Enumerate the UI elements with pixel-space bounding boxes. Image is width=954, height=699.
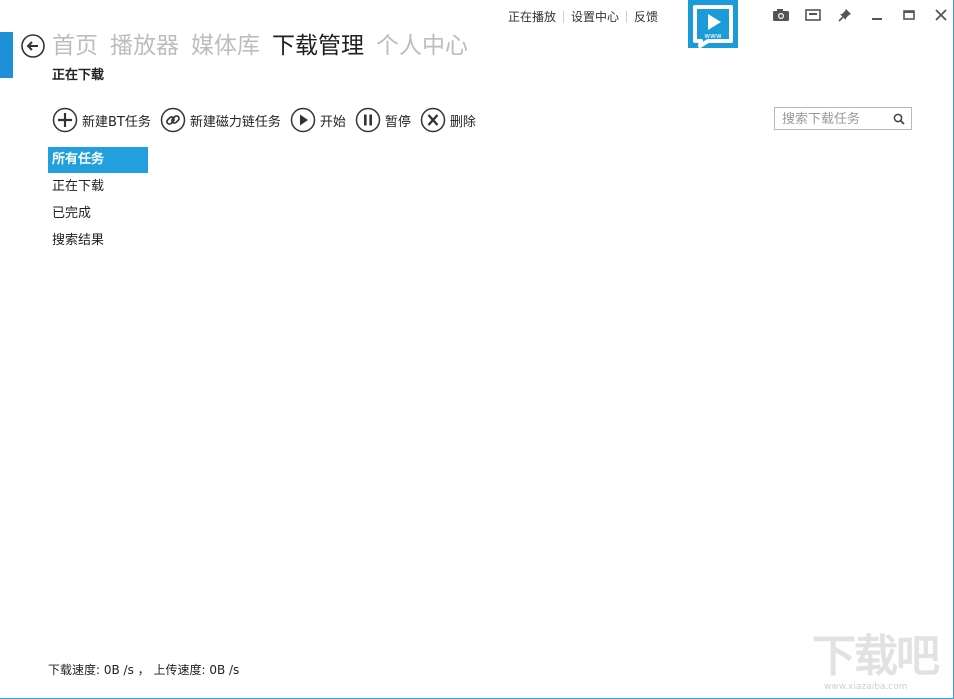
logo-text: www <box>704 32 721 40</box>
section-title: 正在下载 <box>52 68 105 83</box>
maximize-icon <box>903 10 915 20</box>
watermark: 下载吧 www.xiazaiba.com <box>812 632 952 698</box>
pause-button[interactable]: 暂停 <box>355 107 411 133</box>
tab-home[interactable]: 首页 <box>52 31 98 61</box>
new-magnet-task-button[interactable]: 新建磁力链任务 <box>160 107 281 133</box>
pin-button[interactable] <box>829 6 861 24</box>
delete-button[interactable]: 删除 <box>420 107 476 133</box>
close-button[interactable] <box>925 6 954 24</box>
sidebar-item-search-results[interactable]: 搜索结果 <box>48 228 148 254</box>
camera-icon <box>773 9 789 21</box>
new-bt-task-label: 新建BT任务 <box>82 114 151 130</box>
tab-personal-center[interactable]: 个人中心 <box>376 31 468 61</box>
main-nav: 首页 播放器 媒体库 下载管理 个人中心 <box>52 31 480 61</box>
close-icon <box>935 9 947 21</box>
tab-player[interactable]: 播放器 <box>110 31 179 61</box>
settings-center-link[interactable]: 设置中心 <box>571 8 619 25</box>
link-icon <box>160 107 186 133</box>
search-box <box>774 107 912 130</box>
back-button[interactable] <box>21 34 45 58</box>
sidebar-item-all-tasks[interactable]: 所有任务 <box>48 147 148 173</box>
delete-x-icon <box>420 107 446 133</box>
plus-icon <box>52 107 78 133</box>
app-logo: www <box>688 0 738 48</box>
watermark-logo-text: 下载吧 <box>812 631 940 682</box>
pause-icon <box>355 107 381 133</box>
start-label: 开始 <box>319 114 346 130</box>
mini-mode-button[interactable] <box>797 6 829 24</box>
search-icon[interactable] <box>893 113 905 125</box>
tab-media-library[interactable]: 媒体库 <box>191 31 260 61</box>
maximize-button[interactable] <box>893 6 925 24</box>
new-bt-task-button[interactable]: 新建BT任务 <box>52 107 151 133</box>
minimize-icon <box>872 18 882 20</box>
pause-label: 暂停 <box>384 114 411 130</box>
play-logo-icon: www <box>693 5 733 48</box>
delete-label: 删除 <box>449 114 476 130</box>
back-arrow-icon <box>21 34 45 58</box>
divider <box>626 10 628 23</box>
pin-icon <box>838 9 851 22</box>
mini-mode-icon <box>805 9 821 21</box>
play-icon <box>290 107 316 133</box>
now-playing-link[interactable]: 正在播放 <box>508 8 556 25</box>
tab-download-manager[interactable]: 下载管理 <box>272 31 364 61</box>
task-filter-sidebar: 所有任务 正在下载 已完成 搜索结果 <box>48 147 148 255</box>
search-input[interactable] <box>775 109 894 130</box>
left-accent-bar <box>0 32 13 78</box>
sidebar-item-completed[interactable]: 已完成 <box>48 201 148 227</box>
watermark-url: www.xiazaiba.com <box>824 682 908 692</box>
sidebar-item-downloading[interactable]: 正在下载 <box>48 174 148 200</box>
speed-status: 下载速度: 0B /s ， 上传速度: 0B /s <box>48 663 240 677</box>
top-links: 正在播放 设置中心 反馈 <box>508 8 658 25</box>
toolbar: 新建BT任务 新建磁力链任务 开始 暂停 删除 <box>52 107 485 133</box>
minimize-button[interactable] <box>861 6 893 24</box>
start-button[interactable]: 开始 <box>290 107 346 133</box>
divider <box>563 10 565 23</box>
screenshot-button[interactable] <box>765 6 797 24</box>
feedback-link[interactable]: 反馈 <box>634 8 658 25</box>
window-controls <box>765 6 954 24</box>
new-magnet-task-label: 新建磁力链任务 <box>189 114 281 130</box>
